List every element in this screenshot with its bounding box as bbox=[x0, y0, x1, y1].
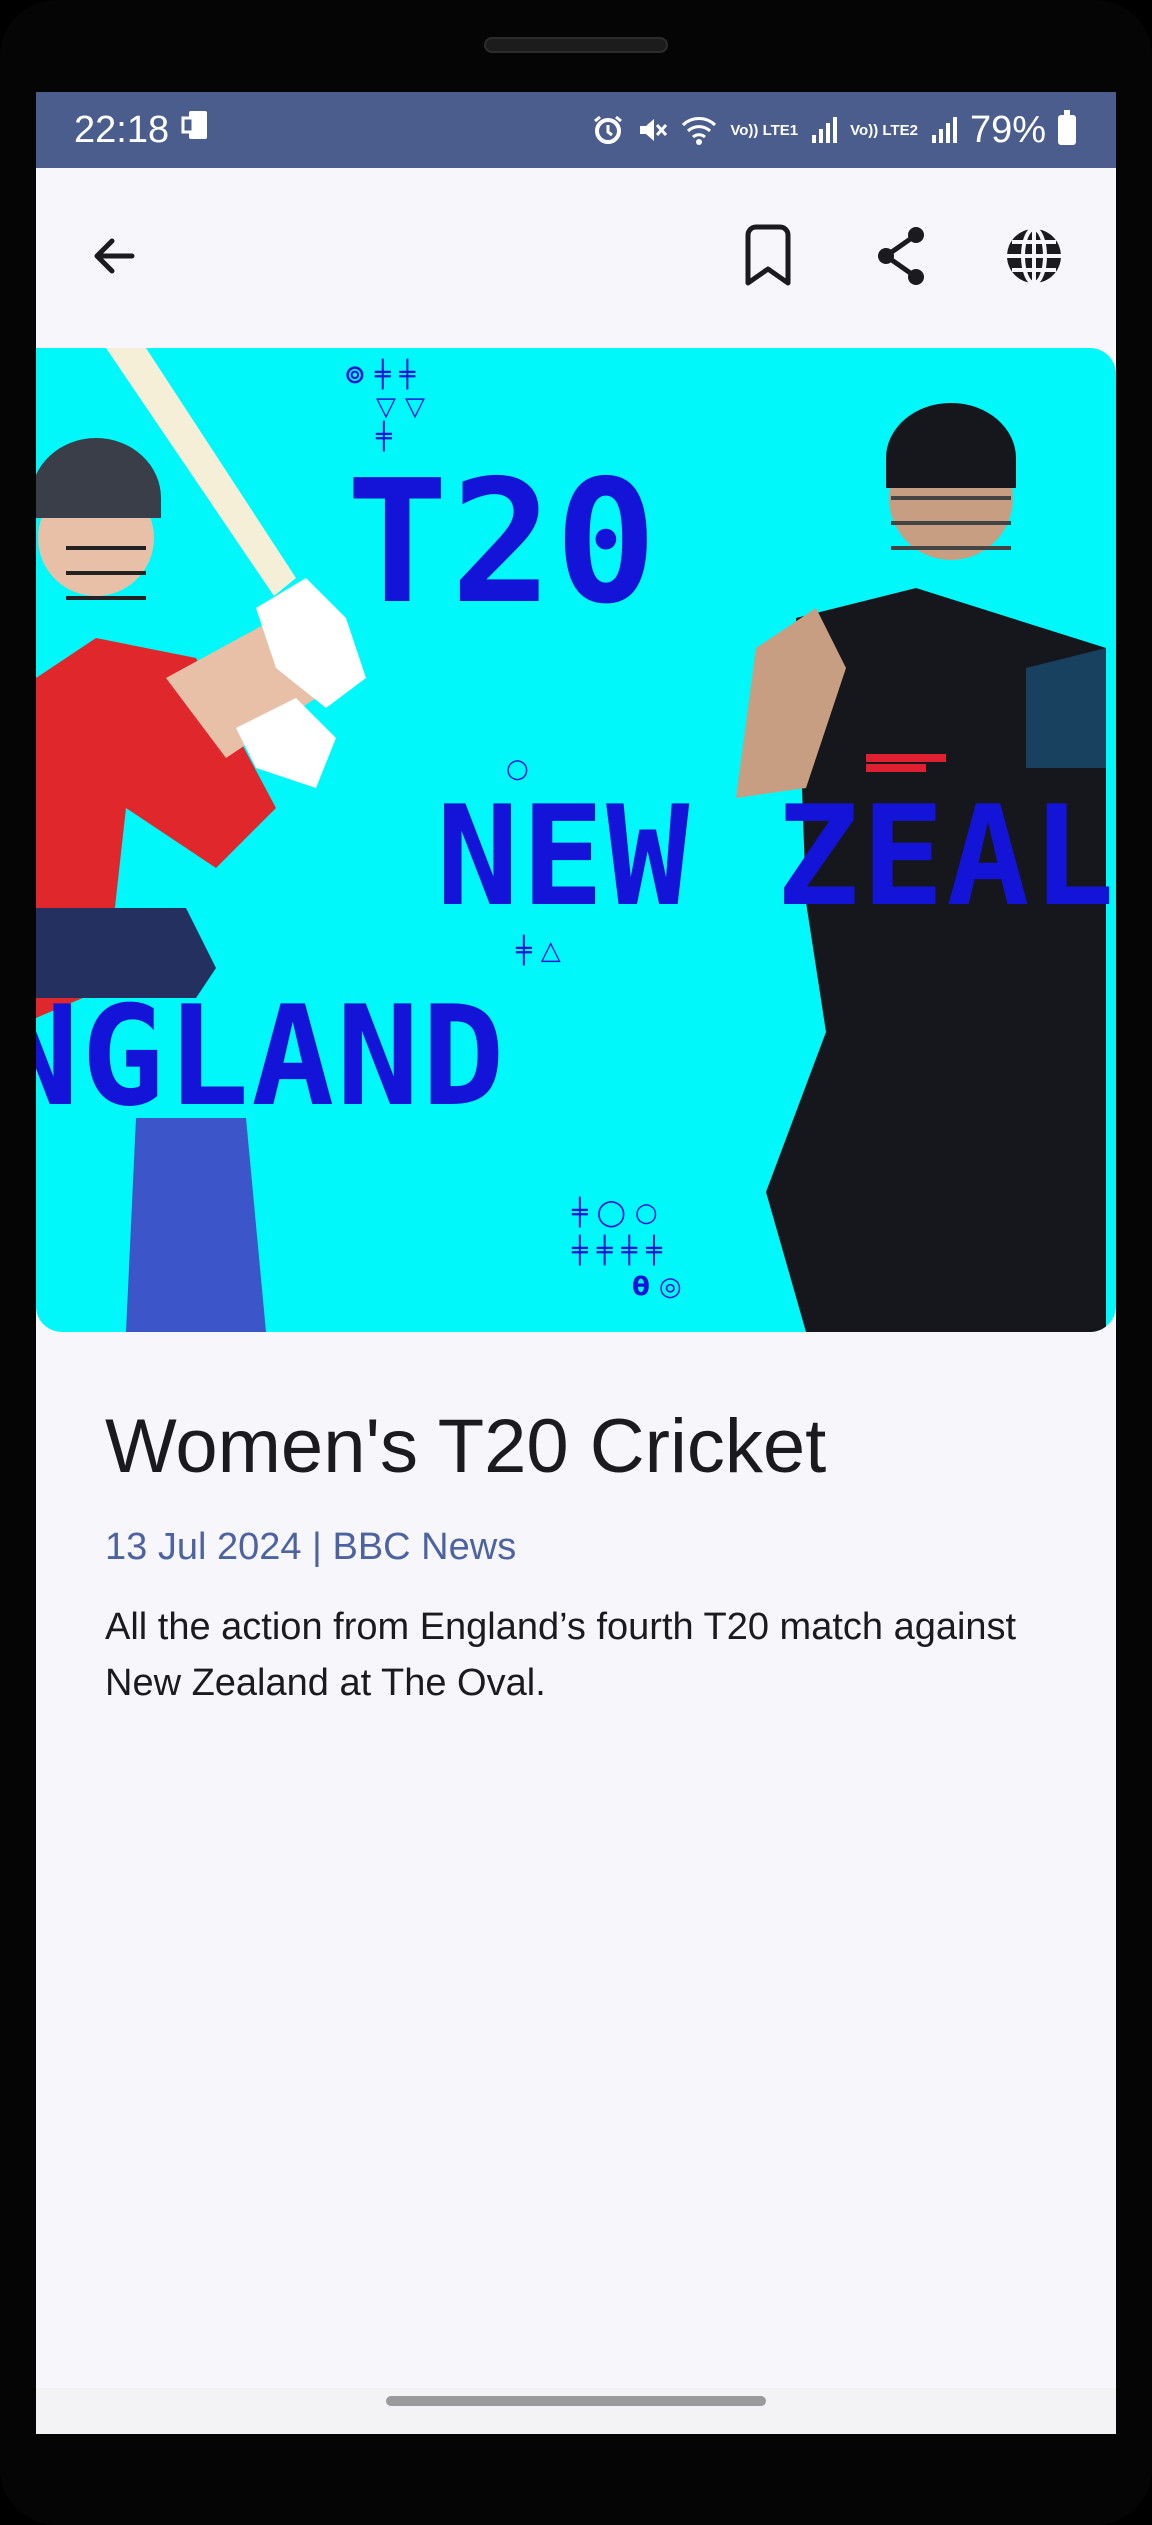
home-gesture-handle[interactable] bbox=[386, 2396, 766, 2406]
hero-england-text: NGLAND bbox=[36, 976, 507, 1137]
wifi-icon bbox=[680, 114, 718, 146]
status-bar: 22:18 Vo)) LTE1 Vo)) LTE2 79% bbox=[36, 92, 1116, 168]
decorative-glyph: ╪ ◯ ○ bbox=[572, 1198, 658, 1228]
device-icon bbox=[181, 108, 215, 152]
back-button[interactable] bbox=[74, 216, 154, 296]
sim1-label: Vo)) LTE1 bbox=[730, 121, 799, 139]
decorative-glyph: ⊚ ╪ ╪ bbox=[344, 360, 416, 390]
article-meta: 13 Jul 2024 | BBC News bbox=[105, 1526, 517, 1568]
hero-new-zealand-text: NEW ZEAL bbox=[436, 776, 1116, 937]
mute-icon bbox=[636, 114, 668, 146]
decorative-glyph: ╪ △ bbox=[516, 936, 561, 966]
decorative-glyph: ○ bbox=[506, 754, 529, 784]
decorative-glyph: ╪ bbox=[376, 422, 392, 452]
battery-percent: 79% bbox=[969, 108, 1046, 151]
speaker-grille bbox=[484, 37, 668, 53]
top-app-bar bbox=[36, 168, 1116, 340]
decorative-glyph: θ ◎ bbox=[632, 1272, 682, 1302]
bookmark-icon bbox=[745, 224, 791, 286]
article-content: Women's T20 Cricket 13 Jul 2024 | BBC Ne… bbox=[105, 1402, 1055, 1711]
article-hero-image: T20 NEW ZEAL NGLAND ⊚ ╪ ╪ ▽ ▽ ╪ ○ ╪ △ ╪ … bbox=[36, 348, 1116, 1332]
share-icon bbox=[878, 227, 924, 285]
app-screen: 22:18 Vo)) LTE1 Vo)) LTE2 79% T20 NEW ZE… bbox=[36, 92, 1116, 2434]
hero-t20-text: T20 bbox=[346, 444, 660, 642]
signal-icon bbox=[810, 115, 838, 145]
bookmark-button[interactable] bbox=[728, 216, 808, 296]
alarm-icon bbox=[592, 114, 624, 146]
phone-frame: 22:18 Vo)) LTE1 Vo)) LTE2 79% T20 NEW ZE… bbox=[0, 0, 1152, 2525]
signal-icon-2 bbox=[930, 115, 958, 145]
globe-icon bbox=[1007, 227, 1061, 285]
share-button[interactable] bbox=[862, 216, 942, 296]
sim2-label: Vo)) LTE2 bbox=[850, 121, 918, 139]
decorative-glyph: ▽ ▽ bbox=[376, 392, 426, 422]
battery-icon bbox=[1058, 110, 1076, 145]
back-arrow-icon bbox=[94, 238, 135, 274]
article-summary: All the action from England’s fourth T20… bbox=[105, 1606, 1017, 1704]
decorative-glyph: ╪ ╪ ╪ ╪ bbox=[572, 1236, 662, 1266]
status-time: 22:18 bbox=[74, 108, 170, 151]
gesture-nav-bar bbox=[36, 2388, 1116, 2434]
open-in-browser-button[interactable] bbox=[994, 216, 1074, 296]
article-title: Women's T20 Cricket bbox=[105, 1404, 827, 1489]
